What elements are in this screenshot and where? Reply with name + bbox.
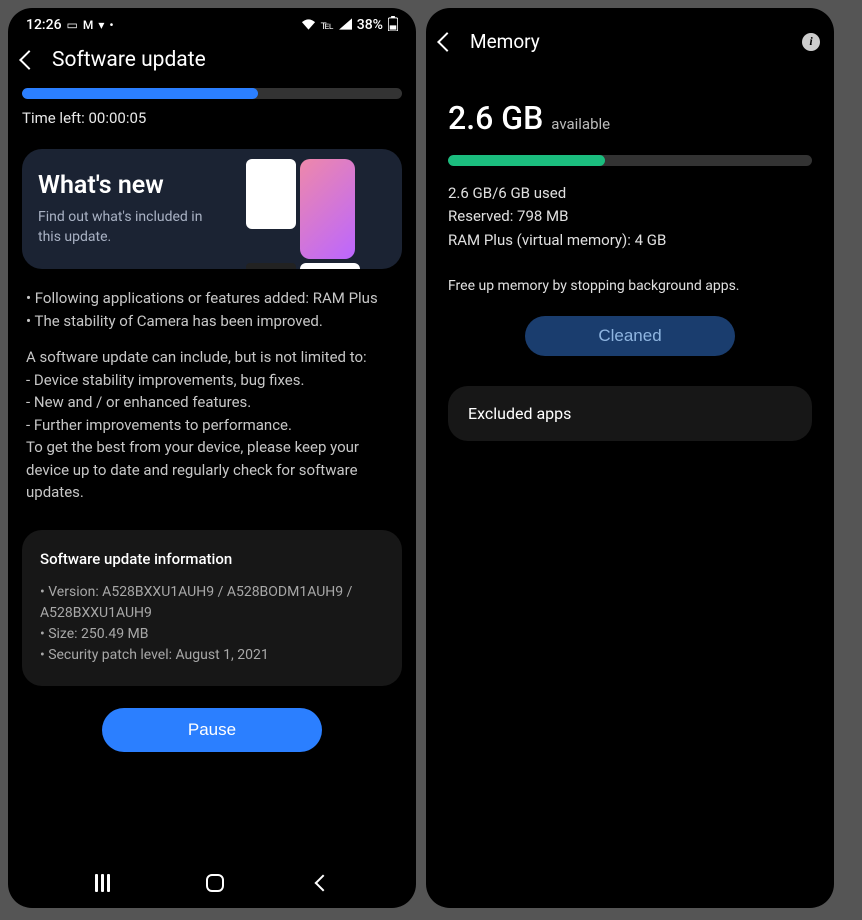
back-icon[interactable] — [437, 32, 457, 52]
memory-ramplus: RAM Plus (virtual memory): 4 GB — [448, 229, 812, 252]
whats-new-subtitle: Find out what's included in this update. — [38, 208, 218, 247]
header: Software update — [8, 38, 416, 88]
memory-unit: GB — [501, 99, 543, 137]
gmail-icon: M — [83, 18, 94, 32]
time-left: Time left: 00:00:05 — [22, 109, 402, 127]
volte-icon: ℡ — [321, 18, 334, 32]
more-icon: • — [109, 18, 113, 32]
memory-reserved: Reserved: 798 MB — [448, 205, 812, 228]
software-update-screen: 12:26 ▭ M ▾ • ℡ 38% Software update — [8, 8, 416, 908]
update-info-card: Software update information • Version: A… — [22, 530, 402, 686]
info-size: • Size: 250.49 MB — [40, 624, 384, 645]
wifi-icon — [301, 18, 316, 33]
memory-headline: 2.6 GB available — [448, 99, 812, 137]
battery-percent: 38% — [357, 17, 383, 33]
battery-icon — [388, 16, 398, 34]
memory-tip: Free up memory by stopping background ap… — [448, 278, 812, 294]
devices-graphic — [246, 159, 396, 259]
pause-button[interactable]: Pause — [102, 708, 322, 752]
content-scroll[interactable]: Time left: 00:00:05 What's new Find out … — [8, 88, 416, 860]
memory-progress — [448, 155, 812, 166]
page-title: Software update — [52, 48, 206, 72]
signal-icon — [339, 18, 352, 33]
info-patch: • Security patch level: August 1, 2021 — [40, 645, 384, 666]
excluded-apps-label: Excluded apps — [468, 404, 571, 423]
status-bar: 12:26 ▭ M ▾ • ℡ 38% — [8, 8, 416, 38]
memory-value: 2.6 — [448, 99, 493, 137]
page-title: Memory — [470, 30, 540, 53]
cleaned-button[interactable]: Cleaned — [525, 316, 735, 356]
nav-back-icon[interactable] — [315, 875, 332, 892]
memory-details: 2.6 GB/6 GB used Reserved: 798 MB RAM Pl… — [448, 182, 812, 252]
content: 2.6 GB available 2.6 GB/6 GB used Reserv… — [426, 69, 834, 441]
back-icon[interactable] — [19, 50, 39, 70]
nav-recents-icon[interactable] — [95, 874, 113, 892]
memory-suffix: available — [551, 115, 610, 133]
memory-screen: Memory i 2.6 GB available 2.6 GB/6 GB us… — [426, 8, 834, 908]
excluded-apps-row[interactable]: Excluded apps — [448, 386, 812, 441]
progress-fill — [22, 88, 258, 99]
memory-used: 2.6 GB/6 GB used — [448, 182, 812, 205]
download-progress — [22, 88, 402, 99]
nav-home-icon[interactable] — [206, 874, 224, 892]
progress-fill — [448, 155, 605, 166]
info-icon[interactable]: i — [802, 33, 820, 51]
whats-new-card[interactable]: What's new Find out what's included in t… — [22, 149, 402, 269]
status-time: 12:26 — [26, 17, 62, 33]
info-version: • Version: A528BXXU1AUH9 / A528BODM1AUH9… — [40, 582, 384, 624]
notification-icon: ▭ — [67, 18, 78, 32]
changelog: • Following applications or features add… — [22, 277, 402, 530]
nav-bar — [8, 860, 416, 908]
shield-icon: ▾ — [98, 18, 104, 32]
info-card-title: Software update information — [40, 550, 384, 568]
header: Memory i — [426, 8, 834, 69]
